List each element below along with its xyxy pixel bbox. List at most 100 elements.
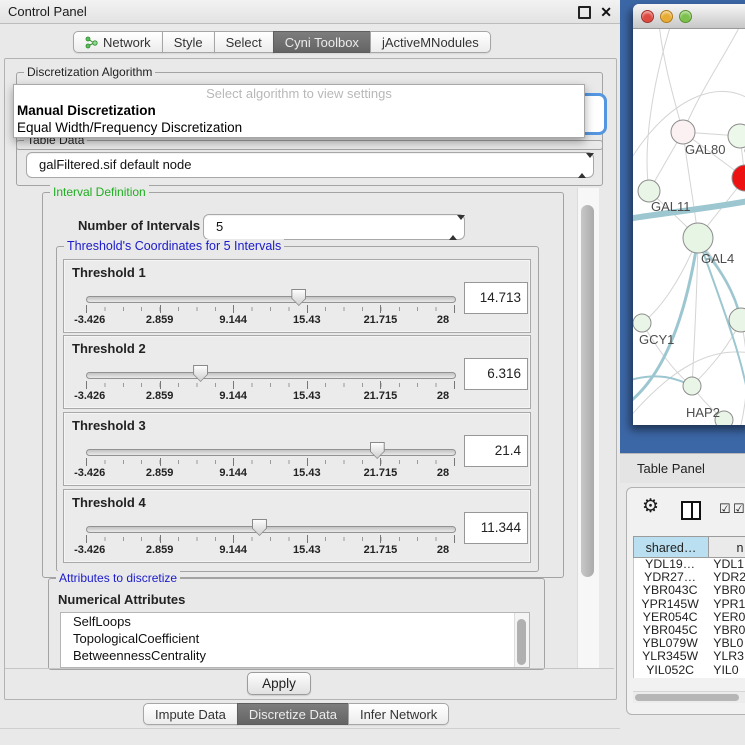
tab-cyni-toolbox[interactable]: Cyni Toolbox (273, 31, 371, 53)
control-panel: Control Panel ✕ Network Style Select Cyn… (0, 0, 621, 745)
list-item[interactable]: BetweennessCentrality (61, 647, 529, 664)
settings-scrollbar[interactable] (577, 188, 599, 668)
number-of-intervals-value: 5 (216, 215, 223, 239)
tab-select[interactable]: Select (214, 31, 274, 53)
slider-ticks (86, 535, 454, 544)
node-gal80[interactable] (671, 120, 695, 144)
table-horizontal-scrollbar[interactable] (633, 691, 745, 703)
numerical-attributes-label: Numerical Attributes (58, 592, 185, 607)
gear-icon[interactable]: ⚙ (642, 496, 659, 518)
svg-text:GAL4: GAL4 (701, 251, 734, 266)
slider-tick-labels: -3.4262.8599.14415.4321.71528 (86, 544, 454, 557)
algorithm-dropdown-popup: Select algorithm to view settings Manual… (13, 84, 585, 138)
scrollbar-thumb[interactable] (581, 205, 594, 577)
tab-network[interactable]: Network (73, 31, 163, 53)
threshold-4-box: Threshold 4 -3.4262.8599.14415.4321.7152… (63, 489, 531, 563)
tab-style[interactable]: Style (162, 31, 215, 53)
table-data-combo-value: galFiltered.sif default node (39, 153, 191, 177)
node-gcy1[interactable] (633, 314, 651, 332)
checkbox-icon[interactable]: ☑ (733, 501, 745, 517)
network-view-window[interactable]: GAL80 GA C GAL11 GAL4 GCY1 H HAP2 (633, 4, 745, 425)
close-traffic-light-icon[interactable] (641, 10, 654, 23)
close-icon[interactable]: ✕ (600, 1, 612, 23)
combo-stepper-icon (449, 220, 457, 234)
tab-infer-network[interactable]: Infer Network (348, 703, 449, 725)
threshold-1-slider[interactable]: -3.4262.8599.14415.4321.71528 (86, 288, 454, 328)
separator (0, 728, 620, 729)
node[interactable] (729, 308, 745, 332)
numerical-attributes-list[interactable]: SelfLoops TopologicalCoefficient Between… (60, 612, 530, 668)
svg-text:GCY1: GCY1 (639, 332, 674, 347)
tab-impute-data[interactable]: Impute Data (143, 703, 238, 725)
apply-button[interactable]: Apply (247, 672, 311, 695)
table-data-combo[interactable]: galFiltered.sif default node (26, 152, 594, 178)
separator (5, 668, 614, 669)
threshold-1-box: Threshold 1 -3.4262.8599.14415.4321.7152… (63, 259, 531, 333)
slider-thumb[interactable] (291, 289, 306, 306)
table-row[interactable]: YDR27…YDR2 (634, 571, 745, 584)
slider-track[interactable] (86, 372, 456, 379)
dropdown-placeholder-item[interactable]: Select algorithm to view settings (14, 85, 584, 102)
slider-track[interactable] (86, 449, 456, 456)
minimize-traffic-light-icon[interactable] (660, 10, 673, 23)
number-of-intervals-combo[interactable]: 5 (203, 214, 465, 240)
discretization-algorithm-group-title: Discretization Algorithm (24, 65, 155, 79)
table-row[interactable]: YDL19…YDL1 (634, 558, 745, 571)
threshold-3-slider[interactable]: -3.4262.8599.14415.4321.71528 (86, 441, 454, 481)
slider-thumb[interactable] (252, 519, 267, 536)
slider-thumb[interactable] (370, 442, 385, 459)
table-row[interactable]: YBL079WYBL0 (634, 637, 745, 650)
column-layout-icon[interactable] (681, 501, 701, 520)
slider-thumb[interactable] (193, 365, 208, 382)
threshold-2-value-field[interactable]: 6.316 (464, 358, 528, 390)
svg-text:GAL11: GAL11 (651, 199, 691, 214)
table-row[interactable]: YBR043CYBR0 (634, 584, 745, 597)
table-row[interactable]: YIL052CYIL0 (634, 664, 745, 677)
threshold-1-value-field[interactable]: 14.713 (464, 282, 528, 314)
node-gal4[interactable] (683, 223, 713, 253)
threshold-2-slider[interactable]: -3.4262.8599.14415.4321.71528 (86, 364, 454, 404)
table-row[interactable]: YER054CYER0 (634, 611, 745, 624)
threshold-4-value-field[interactable]: 11.344 (464, 512, 528, 544)
slider-tick-labels: -3.4262.8599.14415.4321.71528 (86, 390, 454, 403)
thresholds-coordinates-group: Threshold's Coordinates for 5 Intervals … (56, 246, 539, 572)
list-item[interactable]: SelfLoops (61, 613, 529, 630)
scrollbar-thumb[interactable] (517, 619, 526, 665)
slider-ticks (86, 381, 454, 390)
table-rows: YDL19…YDL1 YDR27…YDR2 YBR043CYBR0 YPR145… (633, 558, 745, 678)
threshold-1-label: Threshold 1 (72, 265, 146, 280)
threshold-3-label: Threshold 3 (72, 418, 146, 433)
dropdown-option-manual[interactable]: Manual Discretization (14, 102, 584, 119)
scrollbar-thumb[interactable] (635, 694, 739, 701)
network-icon (85, 36, 98, 49)
slider-track[interactable] (86, 296, 456, 303)
network-window-titlebar[interactable] (633, 4, 745, 29)
table-row[interactable]: YPR145WYPR1 (634, 598, 745, 611)
list-scrollbar[interactable] (514, 613, 529, 667)
tab-discretize-data[interactable]: Discretize Data (237, 703, 349, 725)
zoom-traffic-light-icon[interactable] (679, 10, 692, 23)
table-panel-frame: ⚙ ☑ ☑ shared… n YDL19…YDL1 YDR27…YDR2 YB… (626, 487, 745, 715)
table-row[interactable]: YLR345WYLR3 (634, 650, 745, 663)
tab-jactivemnodules[interactable]: jActiveMNodules (370, 31, 491, 53)
node-hap2[interactable] (683, 377, 701, 395)
table-header-row: shared… n (633, 536, 745, 558)
table-row[interactable]: YBR045CYBR0 (634, 624, 745, 637)
network-canvas[interactable]: GAL80 GA C GAL11 GAL4 GCY1 H HAP2 (633, 29, 745, 425)
column-header-name[interactable]: n (709, 536, 745, 558)
tab-network-label: Network (103, 35, 151, 50)
dropdown-option-equal-width[interactable]: Equal Width/Frequency Discretization (14, 119, 584, 136)
node-selected-red[interactable] (732, 165, 745, 191)
slider-ticks (86, 305, 454, 314)
float-window-icon[interactable] (578, 6, 591, 19)
table-panel-titlebar: Table Panel (620, 453, 745, 485)
list-item[interactable]: TopologicalCoefficient (61, 630, 529, 647)
checkbox-icon[interactable]: ☑ (719, 501, 731, 517)
threshold-4-slider[interactable]: -3.4262.8599.14415.4321.71528 (86, 518, 454, 558)
slider-track[interactable] (86, 526, 456, 533)
threshold-3-value-field[interactable]: 21.4 (464, 435, 528, 467)
network-graph: GAL80 GA C GAL11 GAL4 GCY1 H HAP2 (633, 29, 745, 425)
column-header-shared[interactable]: shared… (633, 536, 709, 558)
threshold-2-box: Threshold 2 -3.4262.8599.14415.4321.7152… (63, 335, 531, 409)
node[interactable] (728, 124, 745, 148)
